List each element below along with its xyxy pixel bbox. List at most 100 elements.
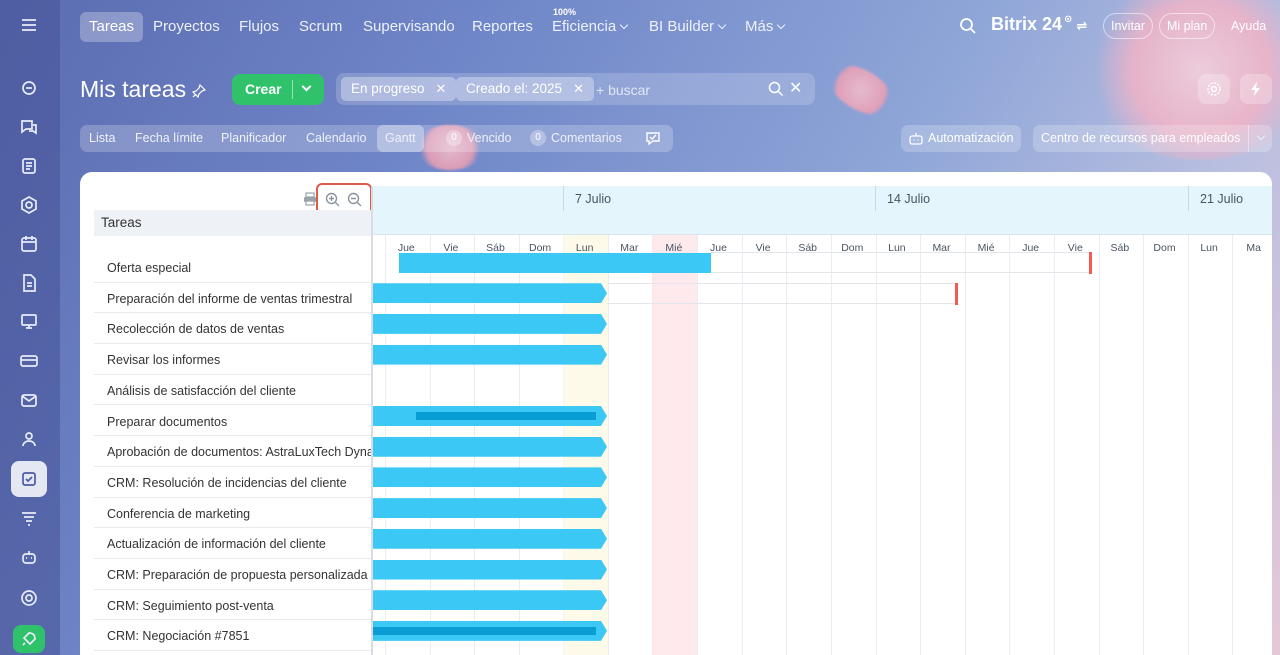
task-title[interactable]: CRM: Negociación #7851	[107, 629, 372, 643]
task-bar[interactable]	[373, 590, 607, 610]
search-input[interactable]	[596, 80, 756, 100]
task-bar[interactable]	[373, 314, 607, 334]
task-title[interactable]: CRM: Preparación de propuesta personaliz…	[107, 568, 372, 582]
create-button[interactable]: Crear	[232, 74, 324, 105]
task-bar[interactable]	[373, 467, 607, 487]
task-title[interactable]: Análisis de satisfacción del cliente	[107, 384, 372, 398]
document-icon[interactable]	[11, 148, 47, 184]
search-icon[interactable]	[959, 17, 977, 35]
comments-counter: 0	[530, 130, 546, 146]
rocket-icon[interactable]	[13, 625, 45, 653]
task-title[interactable]: CRM: Resolución de incidencias del clien…	[107, 476, 372, 490]
task-row[interactable]: CRM: Resolución de incidencias del clien…	[94, 467, 372, 498]
mail-icon[interactable]	[11, 382, 47, 418]
brand-logo[interactable]: Bitrix 24 ⊙ ⇌	[991, 14, 1087, 35]
robot-icon[interactable]	[11, 539, 47, 575]
calendar-icon[interactable]	[11, 226, 47, 262]
task-row[interactable]: Preparación del informe de ventas trimes…	[94, 283, 372, 314]
nav-projects[interactable]: Proyectos	[144, 12, 229, 42]
task-row[interactable]: Conferencia de marketing	[94, 498, 372, 529]
nav-tasks[interactable]: Tareas	[80, 12, 144, 42]
nav-efficiency[interactable]: Eficiencia	[543, 12, 636, 42]
hexagon-icon[interactable]	[11, 187, 47, 223]
tasks-icon[interactable]	[11, 461, 47, 497]
task-bar[interactable]	[399, 252, 711, 273]
task-title[interactable]: Preparación del informe de ventas trimes…	[107, 292, 372, 306]
task-title[interactable]: CRM: Seguimiento post-venta	[107, 599, 372, 613]
task-title[interactable]: Oferta especial	[107, 261, 372, 275]
task-bar[interactable]	[373, 283, 607, 303]
tab-list[interactable]: Lista	[89, 125, 115, 152]
task-title[interactable]: Conferencia de marketing	[107, 507, 372, 521]
task-bar[interactable]	[373, 498, 607, 518]
task-row[interactable]: Oferta especial	[94, 252, 372, 283]
tab-deadline[interactable]: Fecha límite	[135, 125, 203, 152]
zoom-in-icon[interactable]	[325, 192, 340, 207]
my-plan-button[interactable]: Mi plan	[1159, 13, 1216, 39]
close-icon[interactable]: ✕	[573, 81, 584, 96]
nav-bi-builder-label: BI Builder	[649, 18, 715, 35]
task-row[interactable]: CRM: Negociación #7851	[94, 620, 372, 652]
tab-gantt[interactable]: Gantt	[377, 125, 424, 152]
task-bar[interactable]	[373, 529, 607, 549]
menu-icon[interactable]	[11, 7, 47, 43]
task-bar[interactable]	[373, 560, 607, 580]
task-progress	[416, 412, 596, 420]
read-all-icon[interactable]	[645, 131, 661, 146]
task-row[interactable]: Análisis de satisfacción del cliente	[94, 375, 372, 406]
nav-flows[interactable]: Flujos	[230, 12, 288, 42]
task-title[interactable]: Aprobación de documentos: AstraLuxTech D…	[107, 445, 372, 459]
settings-icon[interactable]	[11, 580, 47, 616]
background-decoration	[820, 55, 902, 125]
task-title[interactable]: Recolección de datos de ventas	[107, 322, 372, 336]
chat-icon[interactable]	[11, 109, 47, 145]
quick-action-button[interactable]	[1240, 74, 1272, 104]
task-title[interactable]: Revisar los informes	[107, 353, 372, 367]
automation-button[interactable]: Automatización	[901, 125, 1021, 152]
contacts-icon[interactable]	[11, 421, 47, 457]
card-icon[interactable]	[11, 343, 47, 379]
task-row[interactable]: Revisar los informes	[94, 344, 372, 375]
settings-button[interactable]	[1198, 74, 1230, 104]
task-row[interactable]: Aprobación de documentos: AstraLuxTech D…	[94, 436, 372, 467]
pin-icon[interactable]	[192, 84, 206, 98]
nav-bi-builder[interactable]: BI Builder	[640, 12, 734, 42]
chevron-down-icon[interactable]	[301, 81, 312, 92]
task-title[interactable]: Preparar documentos	[107, 415, 372, 429]
tasks-column-header: Tareas	[94, 210, 372, 236]
comments-filter[interactable]: Comentarios	[551, 125, 622, 152]
task-bar[interactable]	[373, 437, 607, 457]
task-row[interactable]: Actualización de información del cliente	[94, 528, 372, 559]
nav-reports[interactable]: Reportes	[463, 12, 542, 42]
task-bar[interactable]	[373, 345, 607, 365]
help-button[interactable]: Ayuda	[1223, 13, 1274, 39]
nav-more[interactable]: Más	[736, 12, 793, 42]
invite-button[interactable]: Invitar	[1103, 13, 1154, 39]
resource-center-dropdown[interactable]	[1248, 125, 1272, 152]
print-icon[interactable]	[303, 192, 317, 206]
filter-chip-created[interactable]: Creado el: 2025 ✕	[456, 77, 594, 101]
task-title[interactable]: Actualización de información del cliente	[107, 537, 372, 551]
board-icon[interactable]	[11, 304, 47, 340]
gantt-panel: Tareas Oferta especial Preparación del in…	[80, 172, 1272, 655]
search-icon[interactable]	[768, 81, 784, 97]
overdue-filter[interactable]: Vencido	[467, 125, 511, 152]
nav-scrum[interactable]: Scrum	[290, 12, 351, 42]
zoom-out-icon[interactable]	[347, 192, 362, 207]
filter-chip-in-progress[interactable]: En progreso ✕	[341, 77, 457, 101]
funnel-icon[interactable]	[11, 500, 47, 536]
task-row[interactable]: Recolección de datos de ventas	[94, 313, 372, 345]
nav-supervising[interactable]: Supervisando	[354, 12, 464, 42]
clear-search-icon[interactable]: ✕	[789, 80, 802, 98]
close-icon[interactable]: ✕	[436, 81, 447, 96]
weekday-highlight	[652, 211, 697, 655]
tab-calendar[interactable]: Calendario	[306, 125, 366, 152]
resource-center-button[interactable]: Centro de recursos para empleados	[1033, 125, 1272, 152]
tab-planner[interactable]: Planificador	[221, 125, 286, 152]
week-label: 21 Julio	[1200, 192, 1244, 206]
task-row[interactable]: CRM: Preparación de propuesta personaliz…	[94, 559, 372, 590]
task-row[interactable]: CRM: Seguimiento post-venta	[94, 590, 372, 621]
task-row[interactable]: Preparar documentos	[94, 406, 372, 437]
feed-icon[interactable]	[11, 70, 47, 106]
file-icon[interactable]	[11, 265, 47, 301]
